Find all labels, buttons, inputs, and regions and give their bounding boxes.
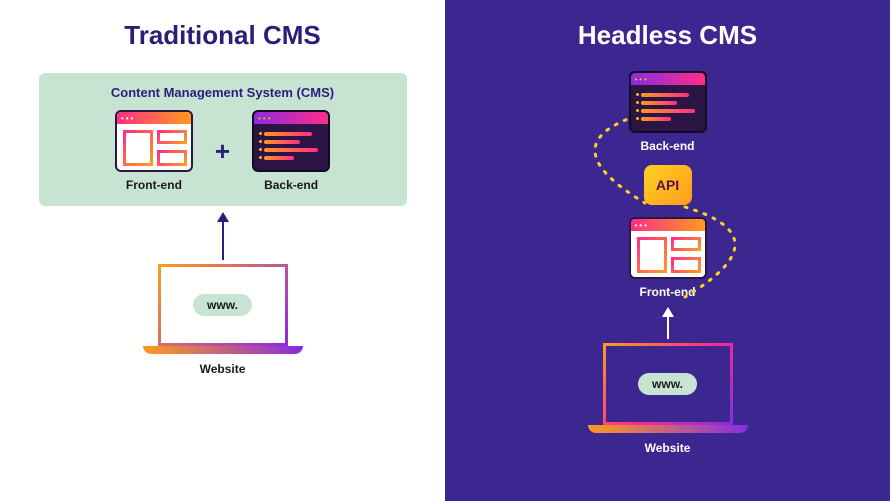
api-badge: API: [644, 165, 692, 205]
website-label: Website: [143, 362, 303, 376]
www-pill: www.: [638, 373, 697, 395]
website-label: Website: [588, 441, 748, 455]
frontend-icon: •••: [115, 110, 193, 172]
backend-column: ••• Back-end: [252, 110, 330, 192]
laptop-base: [588, 425, 748, 433]
backend-label: Back-end: [264, 178, 318, 192]
cms-box-title: Content Management System (CMS): [59, 85, 387, 100]
backend-label: Back-end: [640, 139, 694, 153]
laptop-screen: www.: [158, 264, 288, 346]
cms-row: ••• Front-end + ••• Back-end: [59, 110, 387, 192]
cms-box: Content Management System (CMS) ••• Fron…: [39, 73, 407, 206]
frontend-icon: •••: [629, 217, 707, 279]
arrow-up-icon: [222, 214, 224, 260]
headless-cms-panel: Headless CMS ••• Back-end API •••: [445, 0, 890, 501]
laptop-base: [143, 346, 303, 354]
frontend-column: ••• Front-end: [115, 110, 193, 192]
laptop-icon: www. Website: [143, 264, 303, 376]
right-stack: ••• Back-end API ••• Front-end www. Webs…: [445, 69, 890, 455]
laptop-icon: www. Website: [588, 343, 748, 455]
traditional-title: Traditional CMS: [0, 0, 445, 51]
frontend-label: Front-end: [640, 285, 696, 299]
backend-icon: •••: [629, 71, 707, 133]
headless-title: Headless CMS: [445, 0, 890, 51]
backend-column: ••• Back-end: [629, 71, 707, 153]
arrow-up-icon: [667, 309, 669, 339]
frontend-column: ••• Front-end: [629, 217, 707, 299]
backend-icon: •••: [252, 110, 330, 172]
www-pill: www.: [193, 294, 252, 316]
plus-icon: +: [215, 136, 230, 167]
frontend-label: Front-end: [126, 178, 182, 192]
laptop-screen: www.: [603, 343, 733, 425]
traditional-cms-panel: Traditional CMS Content Management Syste…: [0, 0, 445, 501]
